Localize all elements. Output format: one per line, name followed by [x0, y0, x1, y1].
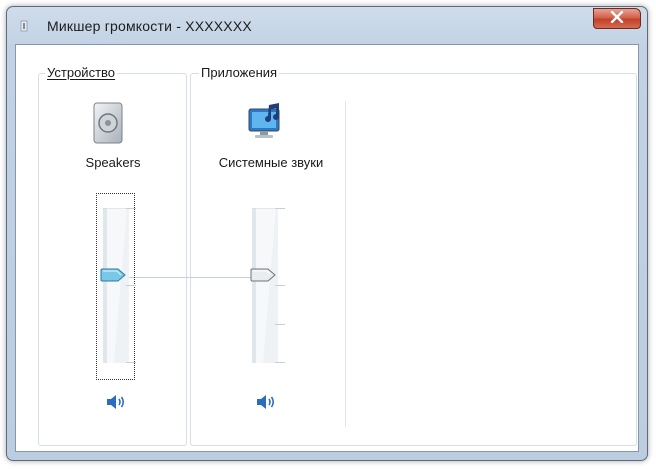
device-volume-ticks: [126, 208, 138, 368]
applications-group-label: Приложения: [199, 65, 280, 81]
device-name: Speakers: [85, 155, 141, 170]
volume-mixer-app-icon: [19, 18, 37, 34]
device-group-label: Устройство: [45, 65, 118, 81]
app-volume-ticks: [275, 208, 287, 368]
mixer-client-area: Устройство Приложения Speakers Системные…: [15, 44, 639, 452]
close-icon: [610, 10, 624, 28]
system-sounds-icon[interactable]: [245, 101, 287, 143]
speaker-device-icon[interactable]: [88, 101, 128, 145]
volume-link-line: [124, 277, 256, 278]
window-title: Микшер громкости - XXXXXXX: [47, 18, 252, 34]
device-mute-button[interactable]: [105, 393, 127, 411]
app-volume-thumb[interactable]: [250, 268, 276, 287]
column-separator: [345, 101, 346, 427]
title-bar[interactable]: Микшер громкости - XXXXXXX: [7, 7, 647, 45]
device-volume-thumb[interactable]: [100, 268, 126, 287]
app-mute-button[interactable]: [255, 393, 277, 411]
close-button[interactable]: [593, 8, 641, 29]
app-name: Системные звуки: [218, 155, 324, 170]
volume-mixer-window: Микшер громкости - XXXXXXX Устройство Пр…: [6, 6, 648, 461]
window-title-suffix: XXXXXXX: [185, 18, 252, 34]
speaker-volume-icon: [105, 395, 127, 415]
window-title-prefix: Микшер громкости -: [47, 18, 186, 34]
speaker-volume-icon: [255, 395, 277, 415]
